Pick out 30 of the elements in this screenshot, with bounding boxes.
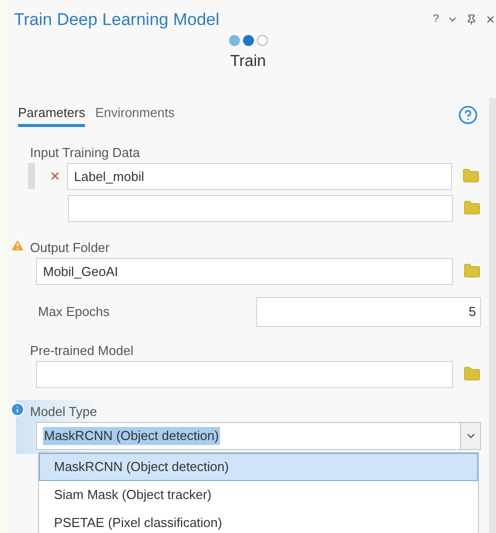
remove-icon[interactable]: [49, 170, 61, 182]
parameter-label: Output Folder: [30, 240, 110, 254]
dropdown-option[interactable]: MaskRCNN (Object detection): [39, 452, 478, 480]
parameter-label: Input Training Data: [30, 144, 140, 160]
parameter-label: Max Epochs: [38, 302, 110, 321]
tab[interactable]: Parameters: [18, 103, 86, 126]
tab[interactable]: Environments: [95, 103, 175, 126]
pin-icon[interactable]: [466, 14, 477, 25]
drag-handle[interactable]: [28, 163, 35, 189]
input-field[interactable]: [68, 194, 453, 222]
dropdown-option[interactable]: PSETAE (Pixel classification): [39, 508, 478, 533]
model-type-dropdown[interactable]: MaskRCNN (Object detection): [36, 422, 481, 450]
parameter-label: Model Type: [30, 404, 97, 418]
path-field[interactable]: [36, 360, 453, 388]
folder-icon: [463, 365, 481, 383]
close-icon[interactable]: [485, 14, 496, 25]
step-label: Train: [230, 52, 266, 72]
folder-icon: [463, 262, 481, 280]
input-field[interactable]: Label_mobil: [67, 162, 452, 190]
dropdown-value: MaskRCNN (Object detection): [43, 426, 220, 444]
dropdown-option[interactable]: Siam Mask (Object tracker): [39, 480, 478, 508]
number-field[interactable]: 5: [256, 296, 481, 326]
parameter-label: Pre-trained Model: [30, 342, 134, 358]
folder-icon: [462, 167, 480, 185]
help-button[interactable]: ?: [432, 11, 439, 28]
folder-icon: [463, 199, 481, 217]
help-icon[interactable]: [458, 104, 478, 125]
dropdown-toggle[interactable]: [460, 422, 480, 448]
path-field[interactable]: Mobil_GeoAI: [36, 258, 453, 284]
window-title: Train Deep Learning Model: [14, 9, 220, 31]
